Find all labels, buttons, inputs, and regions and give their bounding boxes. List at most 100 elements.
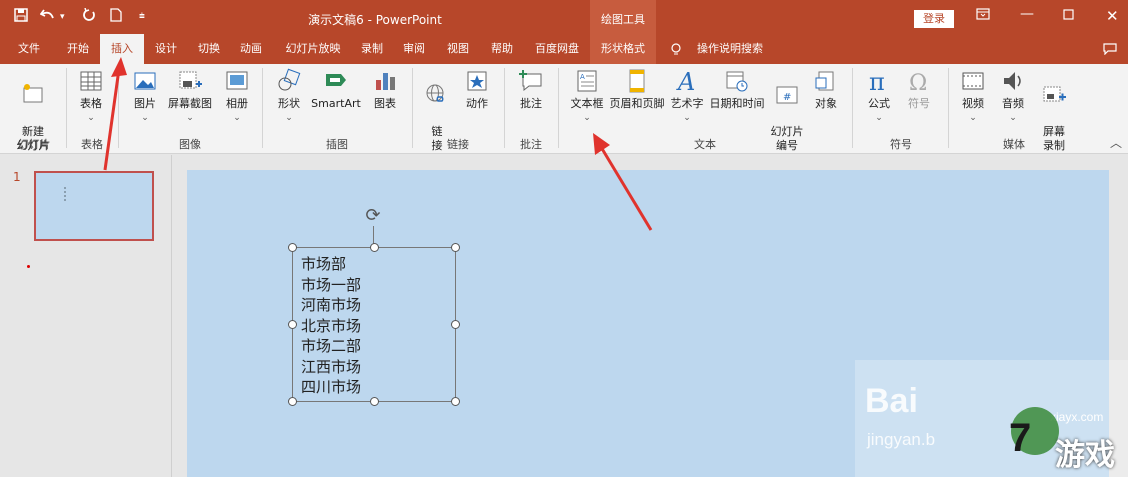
slide-thumbnail-number: 1 xyxy=(13,170,21,184)
login-button[interactable]: 登录 xyxy=(914,10,954,28)
thumbnail-text-preview xyxy=(64,187,70,201)
minimize-icon[interactable]: — xyxy=(1020,6,1034,22)
tab-home[interactable]: 开始 xyxy=(58,34,98,64)
tab-transitions[interactable]: 切换 xyxy=(190,34,228,64)
annotation-arrow-textbox xyxy=(593,133,653,231)
ribbon-display-icon[interactable] xyxy=(976,8,990,24)
action-button[interactable]: 动作 xyxy=(460,68,494,111)
textbox-line: 河南市场 xyxy=(301,296,362,314)
watermark-jingyan-text: jingyan.b xyxy=(867,430,936,449)
tab-design[interactable]: 设计 xyxy=(148,34,184,64)
powerpoint-window: ▾ ⩧ 演示文稿6 - PowerPoint 绘图工具 登录 — ✕ 文件 开始… xyxy=(0,0,1128,477)
group-label-media: 媒体 xyxy=(1003,138,1025,151)
resize-handle-l[interactable] xyxy=(288,320,297,329)
screenshot-icon xyxy=(179,71,202,89)
tab-review[interactable]: 审阅 xyxy=(396,34,432,64)
textbox-content[interactable]: 市场部 市场一部 河南市场 北京市场 市场二部 江西市场 四川市场 xyxy=(301,254,361,398)
tab-slideshow[interactable]: 幻灯片放映 xyxy=(278,34,348,64)
audio-button[interactable]: 音频 ⌄ xyxy=(996,68,1030,125)
tab-baidu-netdisk[interactable]: 百度网盘 xyxy=(526,34,588,64)
textbox-line: 市场部 xyxy=(301,255,347,273)
resize-handle-br[interactable] xyxy=(451,397,460,406)
textbox-icon: A xyxy=(577,70,597,92)
textbox-line: 北京市场 xyxy=(301,316,362,335)
equation-button[interactable]: π 公式 ⌄ xyxy=(862,68,896,125)
separator xyxy=(558,68,559,148)
tab-shape-format[interactable]: 形状格式 xyxy=(590,34,656,64)
speaker-icon xyxy=(1004,72,1021,90)
context-group-label: 绘图工具 xyxy=(590,0,656,34)
screenshot-button[interactable]: 屏幕截图 ⌄ xyxy=(164,68,216,125)
calendar-icon xyxy=(726,71,748,92)
smartart-icon xyxy=(326,74,346,86)
slide-thumbnail[interactable] xyxy=(34,171,154,241)
link-icon xyxy=(426,84,444,102)
photo-album-icon xyxy=(226,71,248,90)
separator xyxy=(66,68,67,148)
svg-text:π: π xyxy=(869,68,885,94)
resize-handle-r[interactable] xyxy=(451,320,460,329)
action-icon xyxy=(467,71,487,91)
wordart-button[interactable]: A 艺术字 ⌄ xyxy=(668,68,706,125)
group-label-illustrations: 插图 xyxy=(326,138,348,151)
textbox-line: 市场二部 xyxy=(301,337,362,355)
svg-text:#: # xyxy=(783,92,791,103)
textbox-line: 江西市场 xyxy=(301,357,362,376)
tab-view[interactable]: 视图 xyxy=(440,34,476,64)
resize-handle-tl[interactable] xyxy=(288,243,297,252)
selected-textbox[interactable]: 市场部 市场一部 河南市场 北京市场 市场二部 江西市场 四川市场 xyxy=(288,243,460,406)
collapse-ribbon-icon[interactable]: ︿ xyxy=(1110,134,1122,151)
pi-icon: π xyxy=(869,68,885,94)
annotation-arrow-insert xyxy=(103,57,127,171)
resize-handle-bl[interactable] xyxy=(288,397,297,406)
comment-icon xyxy=(519,70,542,92)
svg-text:A: A xyxy=(580,73,585,81)
resize-handle-t[interactable] xyxy=(370,243,379,252)
maximize-icon[interactable] xyxy=(1063,8,1074,24)
date-time-button[interactable]: 日期和时间 xyxy=(708,68,766,111)
comment-button[interactable]: 批注 xyxy=(514,68,548,111)
wordart-icon: A xyxy=(676,68,695,94)
separator xyxy=(262,68,263,148)
resize-handle-tr[interactable] xyxy=(451,243,460,252)
tab-help[interactable]: 帮助 xyxy=(482,34,522,64)
marker-dot xyxy=(27,265,30,268)
group-label-images: 图像 xyxy=(179,138,201,151)
tell-me-search[interactable]: 操作说明搜索 xyxy=(690,34,770,64)
shapes-icon xyxy=(278,68,301,91)
header-footer-icon xyxy=(629,69,645,93)
symbol-button[interactable]: Ω 符号 xyxy=(902,68,936,111)
object-button[interactable]: 对象 xyxy=(810,68,842,111)
tab-file[interactable]: 文件 xyxy=(10,34,48,64)
close-icon[interactable]: ✕ xyxy=(1106,7,1119,25)
rotate-handle-icon[interactable]: ⟳ xyxy=(363,206,383,226)
chart-button[interactable]: 图表 xyxy=(368,68,402,111)
separator xyxy=(948,68,949,148)
ribbon-insert: 新建 幻灯片 表格 ⌄ 图片 ⌄ 屏幕截图 ⌄ 相册 ⌄ 形状 ⌄ SmartA… xyxy=(0,64,1128,154)
photo-album-button[interactable]: 相册 ⌄ xyxy=(220,68,254,125)
ribbon-tabs: 文件 开始 插入 设计 切换 动画 幻灯片放映 录制 审阅 视图 帮助 百度网盘… xyxy=(0,34,1128,66)
textbox-button[interactable]: A 文本框 ⌄ xyxy=(566,68,608,125)
tab-animations[interactable]: 动画 xyxy=(232,34,270,64)
group-label-symbols: 符号 xyxy=(890,138,912,151)
separator xyxy=(412,68,413,148)
shapes-button[interactable]: 形状 ⌄ xyxy=(272,68,306,125)
resize-handle-b[interactable] xyxy=(370,397,379,406)
group-label-links: 链接 xyxy=(447,138,469,151)
comments-icon[interactable] xyxy=(1100,34,1120,64)
lightbulb-icon xyxy=(668,34,684,64)
watermark-game-text: 游戏 xyxy=(1055,438,1115,473)
video-icon xyxy=(962,72,984,90)
picture-icon xyxy=(134,72,156,90)
separator xyxy=(852,68,853,148)
watermark-baidu-text: Bai xyxy=(865,382,918,420)
video-button[interactable]: 视频 ⌄ xyxy=(956,68,990,125)
screen-record-icon xyxy=(1043,86,1066,102)
svg-text:Ω: Ω xyxy=(909,71,927,94)
svg-text:A: A xyxy=(676,68,695,94)
smartart-button[interactable]: SmartArt xyxy=(308,68,364,111)
new-slide-icon xyxy=(23,84,43,103)
tab-record[interactable]: 录制 xyxy=(354,34,390,64)
group-label-slides: 幻灯片 xyxy=(17,138,51,151)
header-footer-button[interactable]: 页眉和页脚 xyxy=(608,68,666,111)
